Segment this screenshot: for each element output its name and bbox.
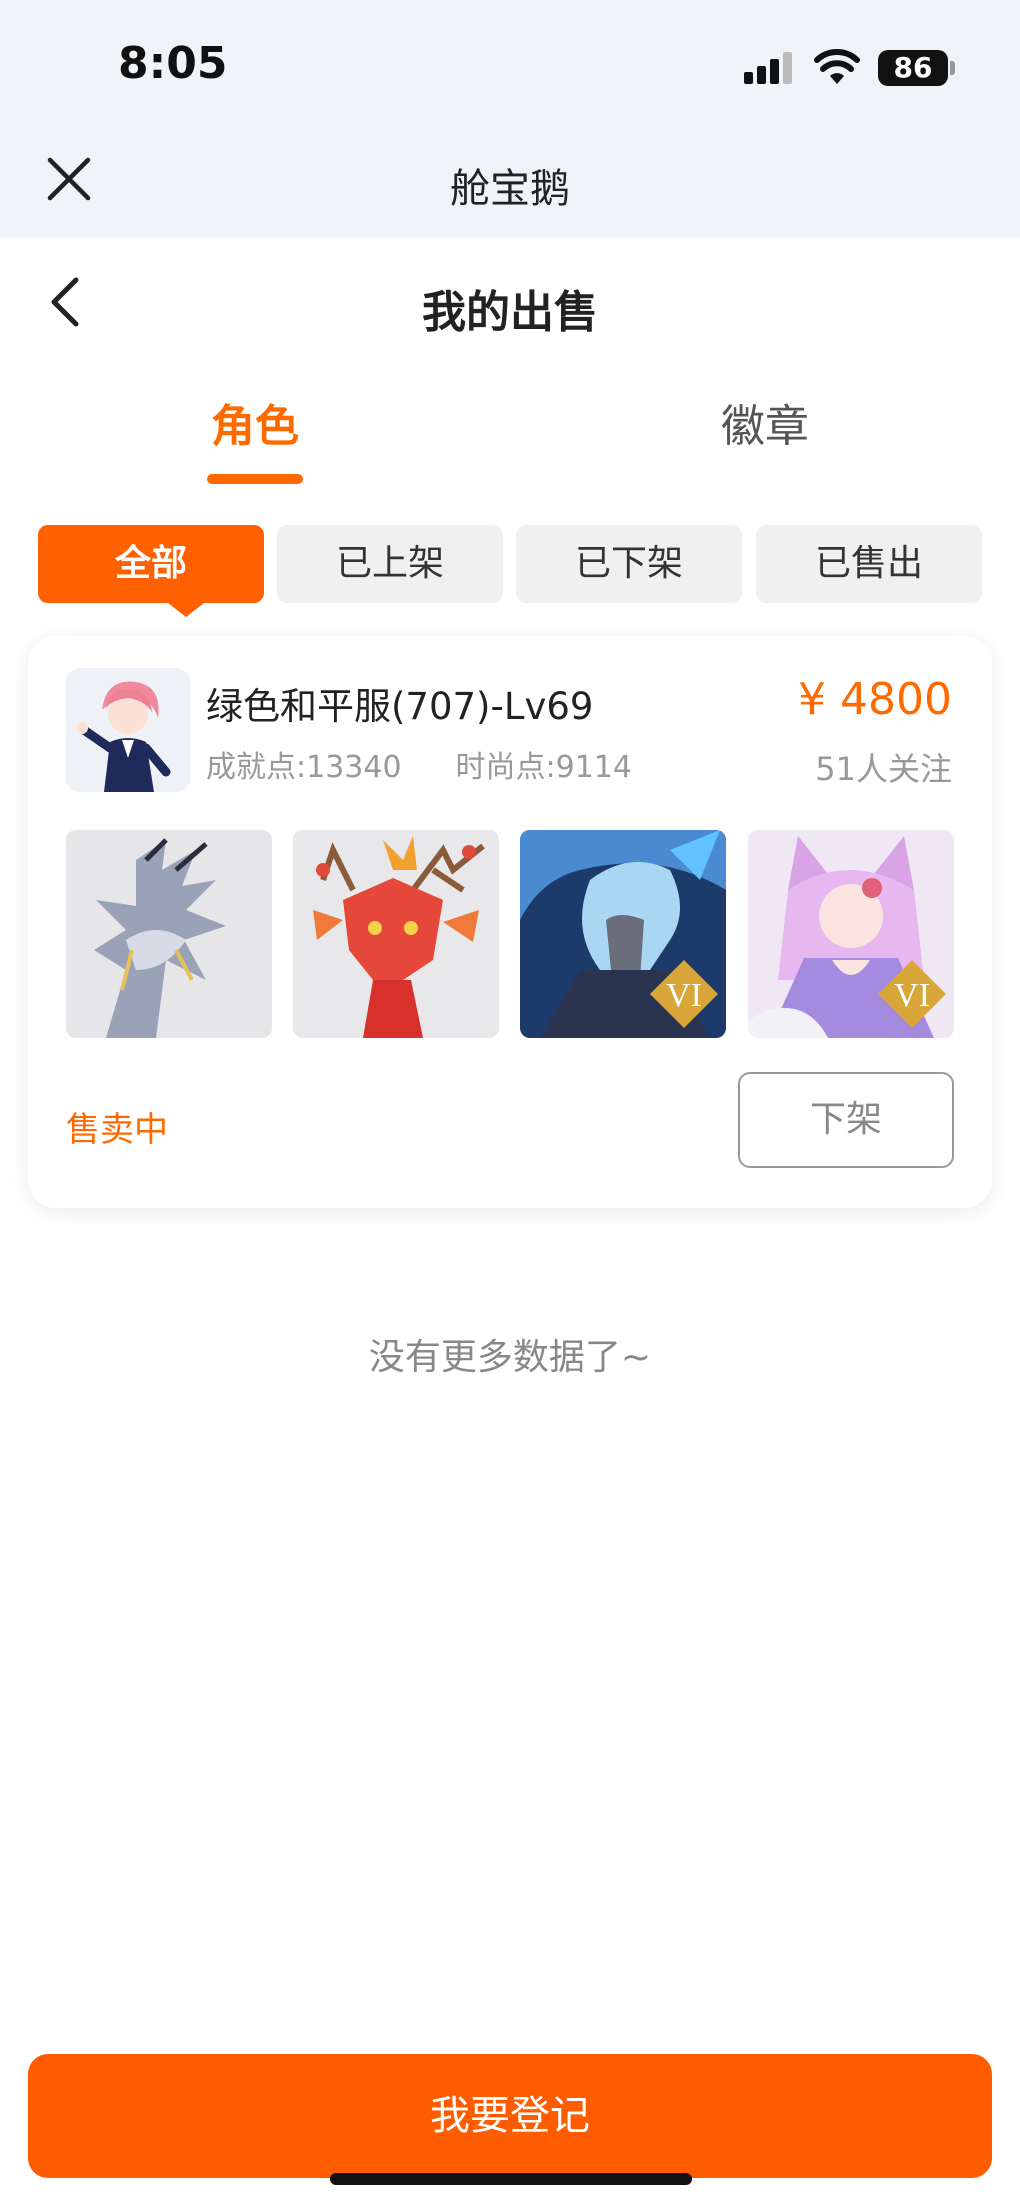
battery-icon: 86 (878, 50, 948, 86)
end-of-list-text: 没有更多数据了~ (368, 1337, 652, 1378)
item-meta: 成就点:13340 时尚点:9114 (206, 742, 632, 786)
item-price: ¥ 4800 (798, 674, 952, 725)
filter-delisted[interactable]: 已下架 (516, 525, 742, 603)
page-header: 我的出售 (0, 238, 1020, 368)
fashion-points: 时尚点:9114 (455, 750, 633, 785)
home-indicator (330, 2173, 692, 2185)
follower-count: 51人关注 (815, 750, 952, 788)
item-name: 绿色和平服(707)-Lv69 (206, 685, 594, 728)
wifi-icon (814, 49, 860, 84)
tab-role[interactable]: 角色 (155, 390, 355, 454)
avatar (66, 668, 190, 792)
filter-all[interactable]: 全部 (38, 525, 264, 603)
active-tab-indicator (207, 474, 303, 484)
app-header: 舱宝鹅 (0, 132, 1020, 238)
achievement-points: 成就点:13340 (206, 750, 402, 785)
status-bar: 8:05 86 (0, 0, 1020, 132)
silver-dragon-image[interactable] (66, 830, 272, 1038)
svg-text:VI: VI (666, 977, 702, 1014)
active-filter-pointer (168, 603, 204, 617)
red-dragon-image[interactable] (293, 830, 499, 1038)
status-time: 8:05 (118, 38, 228, 89)
page-title: 我的出售 (422, 287, 598, 338)
svg-text:VI: VI (894, 977, 930, 1014)
app-title: 舱宝鹅 (450, 166, 570, 212)
delist-button[interactable]: 下架 (738, 1072, 954, 1168)
filter-listed[interactable]: 已上架 (277, 525, 503, 603)
blue-warrior-image[interactable]: VI (520, 830, 726, 1038)
register-button[interactable]: 我要登记 (28, 2054, 992, 2178)
vi-badge-icon: VI (650, 960, 718, 1028)
filter-sold[interactable]: 已售出 (756, 525, 982, 603)
filter-tabs: 全部 已上架 已下架 已售出 (38, 525, 982, 617)
tab-badge[interactable]: 徽章 (665, 390, 865, 454)
listing-card[interactable]: 绿色和平服(707)-Lv69 成就点:13340 时尚点:9114 ¥ 4800… (28, 636, 992, 1208)
battery-tip (950, 61, 955, 75)
sale-status: 售卖中 (66, 1110, 168, 1150)
vi-badge-icon: VI (878, 960, 946, 1028)
skin-thumbnails: VI VI (66, 830, 954, 1038)
main-tabs: 角色 徽章 (0, 390, 1020, 490)
cellular-signal-icon (744, 52, 796, 84)
pink-fox-girl-image[interactable]: VI (748, 830, 954, 1038)
